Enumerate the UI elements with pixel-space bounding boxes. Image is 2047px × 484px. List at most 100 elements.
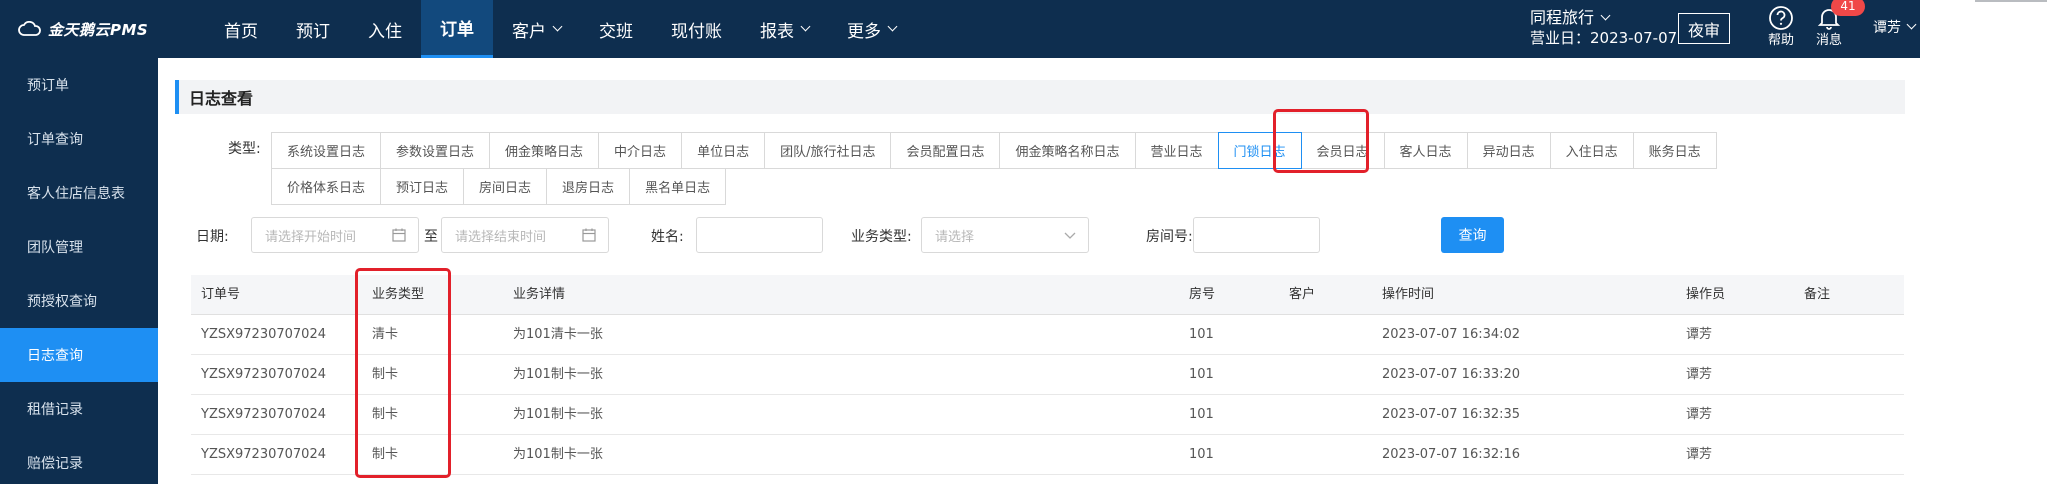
type-label: 类型: — [228, 141, 261, 157]
table-cell: YZSX97230707024 — [201, 447, 326, 462]
table-cell: 101 — [1189, 327, 1214, 342]
log-type-tab[interactable]: 入住日志 — [1549, 132, 1634, 169]
log-type-tab[interactable]: 客人日志 — [1383, 132, 1468, 169]
page-title: 日志查看 — [175, 80, 1905, 114]
search-button[interactable]: 查询 — [1441, 217, 1504, 253]
sidebar-item-2[interactable]: 客人住店信息表 — [0, 166, 158, 220]
nav-item-8[interactable]: 更多 — [828, 0, 915, 58]
log-type-tab[interactable]: 佣金策略名称日志 — [999, 132, 1136, 169]
chevron-down-icon — [887, 21, 898, 32]
log-type-tab[interactable]: 退房日志 — [546, 168, 631, 205]
column-header[interactable]: 订单号 — [201, 275, 240, 315]
messages-label: 消息 — [1815, 33, 1842, 48]
log-table: 订单号 业务类型 业务详情 房号 客户 操作时间 操作员 备注 YZSX97230707024 清… — [191, 275, 1904, 475]
nav-item-6[interactable]: 现付账 — [652, 0, 741, 58]
biz-type-select[interactable]: 请选择 — [921, 217, 1089, 253]
chevron-down-icon — [552, 21, 563, 32]
log-type-tab[interactable]: 会员配置日志 — [890, 132, 1001, 169]
table-row[interactable]: YZSX97230707024 制卡 为101制卡一张 101 2023-07-07 1… — [191, 355, 1904, 395]
nav-item-label: 报表 — [760, 21, 794, 42]
sidebar-item-label: 预订单 — [27, 78, 69, 94]
biz-type-label: 业务类型: — [851, 229, 912, 245]
log-type-tab[interactable]: 参数设置日志 — [380, 132, 491, 169]
table-row[interactable]: YZSX97230707024 清卡 为101清卡一张 101 2023-07-07 1… — [191, 315, 1904, 355]
table-cell: YZSX97230707024 — [201, 407, 326, 422]
sidebar-item-label: 赔偿记录 — [27, 456, 83, 472]
log-type-tab[interactable]: 价格体系日志 — [271, 168, 382, 205]
table-cell: 谭芳 — [1686, 327, 1713, 342]
nav-item-3[interactable]: 订单 — [421, 0, 493, 58]
end-date-input[interactable]: 请选择结束时间 — [441, 217, 609, 253]
column-header[interactable]: 客户 — [1289, 275, 1315, 315]
nav-item-4[interactable]: 客户 — [493, 0, 580, 58]
help-button[interactable]: 帮助 — [1758, 5, 1804, 49]
sidebar-item-label: 团队管理 — [27, 240, 83, 256]
column-header[interactable]: 业务详情 — [513, 275, 565, 315]
column-header[interactable]: 房号 — [1189, 275, 1215, 315]
sidebar-item-3[interactable]: 团队管理 — [0, 220, 158, 274]
sidebar-item-label: 客人住店信息表 — [27, 186, 125, 202]
table-cell: YZSX97230707024 — [201, 367, 326, 382]
night-audit-button[interactable]: 夜审 — [1678, 13, 1730, 44]
log-type-tab[interactable]: 营业日志 — [1134, 132, 1219, 169]
log-type-tab[interactable]: 会员日志 — [1300, 132, 1385, 169]
sidebar-item-6[interactable]: 租借记录 — [0, 382, 158, 436]
start-date-placeholder: 请选择开始时间 — [265, 229, 357, 245]
nav-item-7[interactable]: 报表 — [741, 0, 828, 58]
log-type-tab[interactable]: 单位日志 — [681, 132, 766, 169]
help-label: 帮助 — [1767, 33, 1794, 48]
date-label: 日期: — [196, 229, 229, 245]
table-row[interactable]: YZSX97230707024 制卡 为101制卡一张 101 2023-07-07 1… — [191, 395, 1904, 435]
column-header[interactable]: 业务类型 — [372, 275, 424, 315]
chevron-down-icon — [800, 21, 811, 32]
messages-button[interactable]: 消息 41 — [1806, 0, 1865, 49]
room-number-input[interactable] — [1193, 217, 1320, 253]
log-type-tabs-row1: 系统设置日志 参数设置日志 佣金策略日志 中介日志 单位日志 团队/旅行社日志 会员配置日志… — [271, 132, 1717, 169]
nav-item-2[interactable]: 入住 — [349, 0, 421, 58]
nav-item-0[interactable]: 首页 — [205, 0, 277, 58]
table-cell: 为101制卡一张 — [513, 407, 603, 422]
table-cell: 为101制卡一张 — [513, 367, 603, 382]
main-panel: 日志查看 类型: 系统设置日志 参数设置日志 佣金策略日志 中介日志 单位日志 团队/旅行… — [158, 58, 1920, 484]
log-type-tab[interactable]: 中介日志 — [598, 132, 683, 169]
nav-item-5[interactable]: 交班 — [580, 0, 652, 58]
table-cell: YZSX97230707024 — [201, 327, 326, 342]
log-type-tab[interactable]: 房间日志 — [463, 168, 548, 205]
sidebar-item-5[interactable]: 日志查询 — [0, 328, 158, 382]
log-type-tab[interactable]: 系统设置日志 — [271, 132, 382, 169]
filter-bar: 日期: 请选择开始时间 至 请选择结束时间 姓名: 业务类型: 请选择 房间号:… — [158, 215, 1920, 255]
column-header[interactable]: 操作员 — [1686, 275, 1725, 315]
log-type-tab[interactable]: 佣金策略日志 — [489, 132, 600, 169]
column-header[interactable]: 操作时间 — [1382, 275, 1434, 315]
name-input[interactable] — [696, 217, 823, 253]
name-label: 姓名: — [651, 229, 684, 245]
table-row[interactable]: YZSX97230707024 制卡 为101制卡一张 101 2023-07-07 1… — [191, 435, 1904, 475]
log-type-tab[interactable]: 团队/旅行社日志 — [764, 132, 892, 169]
help-icon — [1769, 6, 1793, 30]
hotel-switcher[interactable]: 同程旅行 营业日：2023-07-07 — [1530, 8, 1677, 48]
column-header[interactable]: 备注 — [1804, 275, 1830, 315]
sidebar-item-7[interactable]: 赔偿记录 — [0, 436, 158, 484]
sidebar-item-0[interactable]: 预订单 — [0, 58, 158, 112]
window-edge — [1975, 0, 2047, 2]
log-type-tab[interactable]: 异动日志 — [1466, 132, 1551, 169]
sidebar-item-4[interactable]: 预授权查询 — [0, 274, 158, 328]
chevron-down-icon — [1064, 232, 1076, 239]
user-menu[interactable]: 谭芳 — [1873, 17, 1917, 37]
user-name: 谭芳 — [1873, 20, 1901, 36]
app-logo[interactable]: 金天鹅云PMS — [18, 0, 148, 58]
log-type-tab[interactable]: 账务日志 — [1632, 132, 1717, 169]
top-navbar: 金天鹅云PMS 首页 预订 入住 订单 客户 交班 现付账 报表 更多 同程旅行 营业日：202… — [0, 0, 1920, 58]
table-cell: 制卡 — [372, 367, 399, 382]
sidebar-item-1[interactable]: 订单查询 — [0, 112, 158, 166]
table-cell: 制卡 — [372, 407, 399, 422]
business-date: 营业日：2023-07-07 — [1530, 29, 1678, 47]
table-cell: 制卡 — [372, 447, 399, 462]
start-date-input[interactable]: 请选择开始时间 — [251, 217, 419, 253]
log-type-tab[interactable]: 预订日志 — [380, 168, 465, 205]
table-cell: 101 — [1189, 407, 1214, 422]
log-type-tab[interactable]: 门锁日志 — [1217, 132, 1302, 169]
log-type-tab[interactable]: 黑名单日志 — [629, 168, 727, 205]
nav-item-1[interactable]: 预订 — [277, 0, 349, 58]
chevron-down-icon — [1906, 19, 1917, 30]
